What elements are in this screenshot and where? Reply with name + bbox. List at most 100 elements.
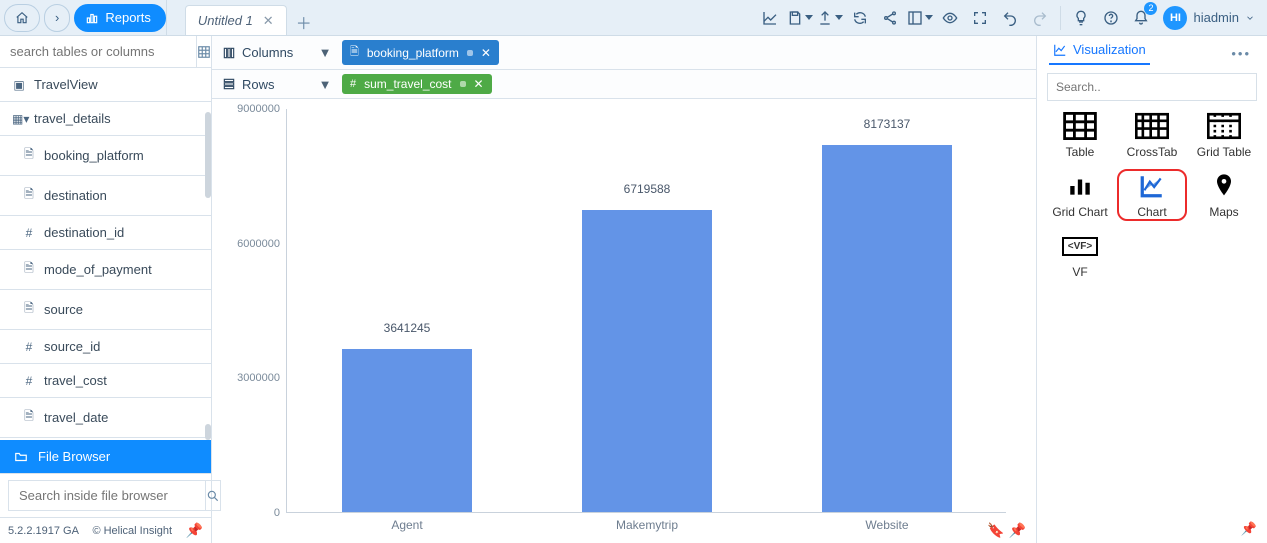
chart-area: 0300000060000009000000 3641245Agent67195… [212, 99, 1036, 543]
sidebar-field[interactable]: 🗎travel_date [0, 398, 211, 438]
sidebar-scrollbar[interactable] [205, 112, 211, 198]
tab-visualization[interactable]: Visualization [1049, 42, 1150, 65]
chart-type-icon[interactable] [756, 4, 784, 32]
view-icon: ▣ [12, 78, 26, 92]
viz-more-menu[interactable]: ••• [1227, 42, 1255, 65]
sidebar-item-label: destination [44, 188, 107, 203]
field-doc-icon: 🗎 [22, 185, 36, 206]
rows-shelf: Rows ▼ # sum_travel_cost ✕ [212, 70, 1036, 99]
field-doc-icon: 🗎 [22, 299, 36, 320]
chart-pin-icon[interactable]: 📌 [1009, 522, 1026, 539]
field-doc-icon: 🗎 [22, 407, 36, 428]
user-menu[interactable]: HI hiadmin [1157, 6, 1261, 30]
breadcrumb-home[interactable] [4, 4, 40, 32]
undo-icon[interactable] [996, 4, 1024, 32]
sidebar-item-label: travel_cost [44, 373, 107, 388]
fullscreen-icon[interactable] [966, 4, 994, 32]
viz-item-gridchart[interactable]: Grid Chart [1045, 169, 1115, 221]
layout-icon[interactable] [906, 4, 934, 32]
viz-item-label: CrossTab [1127, 145, 1178, 159]
field-doc-icon: 🗎 [22, 145, 36, 166]
doc-tab-close-icon[interactable]: ✕ [263, 13, 274, 29]
sidebar-item-label: TravelView [34, 77, 98, 92]
rows-icon [222, 77, 236, 91]
viz-item-vf[interactable]: <VF> VF [1045, 229, 1115, 281]
y-axis-tick: 0 [274, 507, 280, 519]
table-collapse-icon: ▦▾ [12, 112, 26, 126]
notification-icon[interactable]: 2 [1127, 4, 1155, 32]
field-hash-icon: # [22, 340, 36, 354]
viz-tab-label: Visualization [1073, 42, 1146, 57]
help-icon[interactable] [1097, 4, 1125, 32]
footer-version: 5.2.2.1917 GA [8, 525, 79, 537]
notification-badge: 2 [1144, 2, 1157, 15]
x-axis-label: Agent [342, 518, 472, 532]
viz-item-maps[interactable]: Maps [1189, 169, 1259, 221]
sidebar-view-item[interactable]: ▣ TravelView [0, 68, 211, 102]
sidebar-field[interactable]: 🗎 source [0, 290, 211, 330]
chart-bar-value: 8173137 [822, 117, 952, 131]
columns-pill[interactable]: 🗎 booking_platform ✕ [342, 40, 499, 65]
chevron-down-icon [1245, 13, 1255, 23]
breadcrumb-reports-label: Reports [105, 10, 151, 25]
save-icon[interactable] [786, 4, 814, 32]
right-panel-pin-icon[interactable]: 📌 [1241, 521, 1257, 537]
file-browser-label: File Browser [38, 449, 110, 464]
viz-item-label: VF [1072, 265, 1087, 279]
file-browser-header[interactable]: File Browser [0, 440, 211, 473]
sidebar-field[interactable]: 🗎 booking_platform [0, 136, 211, 176]
chart-icon [1134, 171, 1170, 201]
sidebar-field[interactable]: 🗎mode_of_payment [0, 250, 211, 290]
footer-pin-icon[interactable]: 📌 [186, 522, 203, 539]
columns-shelf-menu[interactable]: ▼ [318, 45, 332, 60]
sidebar-grid-toggle-icon[interactable] [196, 36, 211, 67]
field-hash-icon: # [22, 226, 36, 240]
doc-tab-add[interactable]: ＋ [291, 9, 317, 35]
viz-item-gridtable[interactable]: Grid Table [1189, 109, 1259, 161]
share-icon[interactable] [876, 4, 904, 32]
breadcrumb-sep: › [44, 4, 70, 32]
rows-shelf-menu[interactable]: ▼ [318, 77, 332, 92]
sidebar-item-label: travel_details [34, 111, 111, 126]
viz-search-input[interactable] [1048, 74, 1256, 100]
rows-pill[interactable]: # sum_travel_cost ✕ [342, 74, 492, 94]
avatar: HI [1163, 6, 1187, 30]
pill-label: booking_platform [367, 46, 459, 60]
pill-remove-icon[interactable]: ✕ [481, 46, 491, 60]
folder-icon [14, 450, 28, 464]
maps-icon [1206, 171, 1242, 201]
sidebar-field[interactable]: #destination_id [0, 216, 211, 250]
sidebar-table-item[interactable]: ▦▾ travel_details [0, 102, 211, 136]
file-browser-search-input[interactable] [8, 480, 205, 511]
eye-icon[interactable] [936, 4, 964, 32]
sidebar-field[interactable]: #source_id [0, 330, 211, 364]
breadcrumb-reports[interactable]: Reports [74, 4, 166, 32]
viz-item-chart[interactable]: Chart [1117, 169, 1187, 221]
chart-bookmark-icon[interactable]: 🔖 [987, 522, 1004, 539]
vf-icon: <VF> [1062, 231, 1098, 261]
sidebar-field[interactable]: #travel_cost [0, 364, 211, 398]
viz-item-table[interactable]: Table [1045, 109, 1115, 161]
sidebar-item-label: booking_platform [44, 148, 144, 163]
viz-item-crosstab[interactable]: CrossTab [1117, 109, 1187, 161]
rows-shelf-label: Rows [242, 77, 275, 92]
viz-item-label: Grid Chart [1052, 205, 1107, 219]
chart-bar[interactable] [822, 145, 952, 512]
sidebar-item-label: source [44, 302, 83, 317]
redo-icon[interactable] [1026, 4, 1054, 32]
chart-bar[interactable] [342, 349, 472, 512]
sidebar-field[interactable]: #travel_id [0, 438, 211, 440]
gridtable-icon [1206, 111, 1242, 141]
export-icon[interactable] [816, 4, 844, 32]
pill-remove-icon[interactable]: ✕ [474, 77, 484, 91]
refresh-icon[interactable] [846, 4, 874, 32]
sidebar-search-input[interactable] [0, 36, 196, 67]
viz-item-label: Grid Table [1197, 145, 1251, 159]
y-axis-tick: 9000000 [237, 103, 280, 115]
lightbulb-icon[interactable] [1067, 4, 1095, 32]
chart-bar[interactable] [582, 210, 712, 512]
sidebar-field[interactable]: 🗎 destination [0, 176, 211, 216]
y-axis-tick: 6000000 [237, 238, 280, 250]
doc-tab[interactable]: Untitled 1 ✕ [185, 5, 287, 35]
sidebar-scrollbar[interactable] [205, 424, 211, 440]
